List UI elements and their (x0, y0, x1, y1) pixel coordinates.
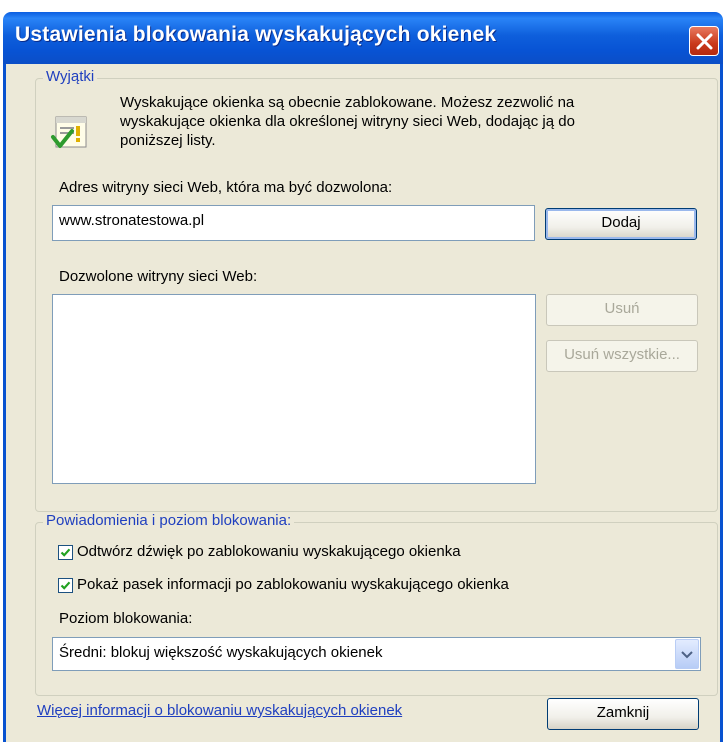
address-input[interactable]: www.stronatestowa.pl (52, 205, 535, 241)
title-bar[interactable]: Ustawienia blokowania wyskakujących okie… (3, 12, 723, 64)
address-label: Adres witryny sieci Web, która ma być do… (59, 179, 393, 196)
exceptions-group-title: Wyjątki (43, 68, 98, 85)
play-sound-checkbox[interactable] (58, 545, 73, 560)
show-infobar-label[interactable]: Pokaż pasek informacji po zablokowaniu w… (77, 575, 509, 595)
checkmark-icon (60, 581, 71, 590)
checkmark-icon (60, 548, 71, 557)
play-sound-label[interactable]: Odtwórz dźwięk po zablokowaniu wyskakują… (77, 542, 461, 562)
info-text-line3: poniższej listy. (120, 132, 216, 149)
dialog-body: Wyjątki Wyskakujące okienka są obecnie z… (3, 64, 723, 742)
blocking-level-value: Średni: blokuj większość wyskakujących o… (59, 644, 383, 661)
add-button[interactable]: Dodaj (545, 208, 697, 240)
close-button[interactable]: Zamknij (547, 698, 699, 730)
notifications-group-title: Powiadomienia i poziom blokowania: (43, 512, 295, 529)
allowed-sites-list[interactable] (52, 294, 536, 484)
popup-warning-icon (51, 116, 87, 148)
allowed-sites-label: Dozwolone witryny sieci Web: (59, 268, 258, 285)
dropdown-button[interactable] (675, 639, 699, 669)
remove-button[interactable]: Usuń (546, 294, 698, 326)
close-window-button[interactable] (689, 26, 719, 56)
window-title: Ustawienia blokowania wyskakujących okie… (15, 23, 497, 46)
blocking-level-label: Poziom blokowania: (59, 610, 193, 627)
info-text-line2: wyskakujące okienka dla określonej witry… (120, 113, 575, 130)
chevron-down-icon (681, 651, 693, 659)
blocking-level-select[interactable]: Średni: blokuj większość wyskakujących o… (52, 637, 701, 671)
dialog-window: Ustawienia blokowania wyskakujących okie… (0, 0, 723, 742)
more-info-link[interactable]: Więcej informacji o blokowaniu wyskakują… (37, 702, 402, 719)
show-infobar-checkbox[interactable] (58, 578, 73, 593)
info-text-line1: Wyskakujące okienka są obecnie zablokowa… (120, 94, 575, 111)
remove-all-button[interactable]: Usuń wszystkie... (546, 340, 698, 372)
close-icon (696, 33, 713, 50)
